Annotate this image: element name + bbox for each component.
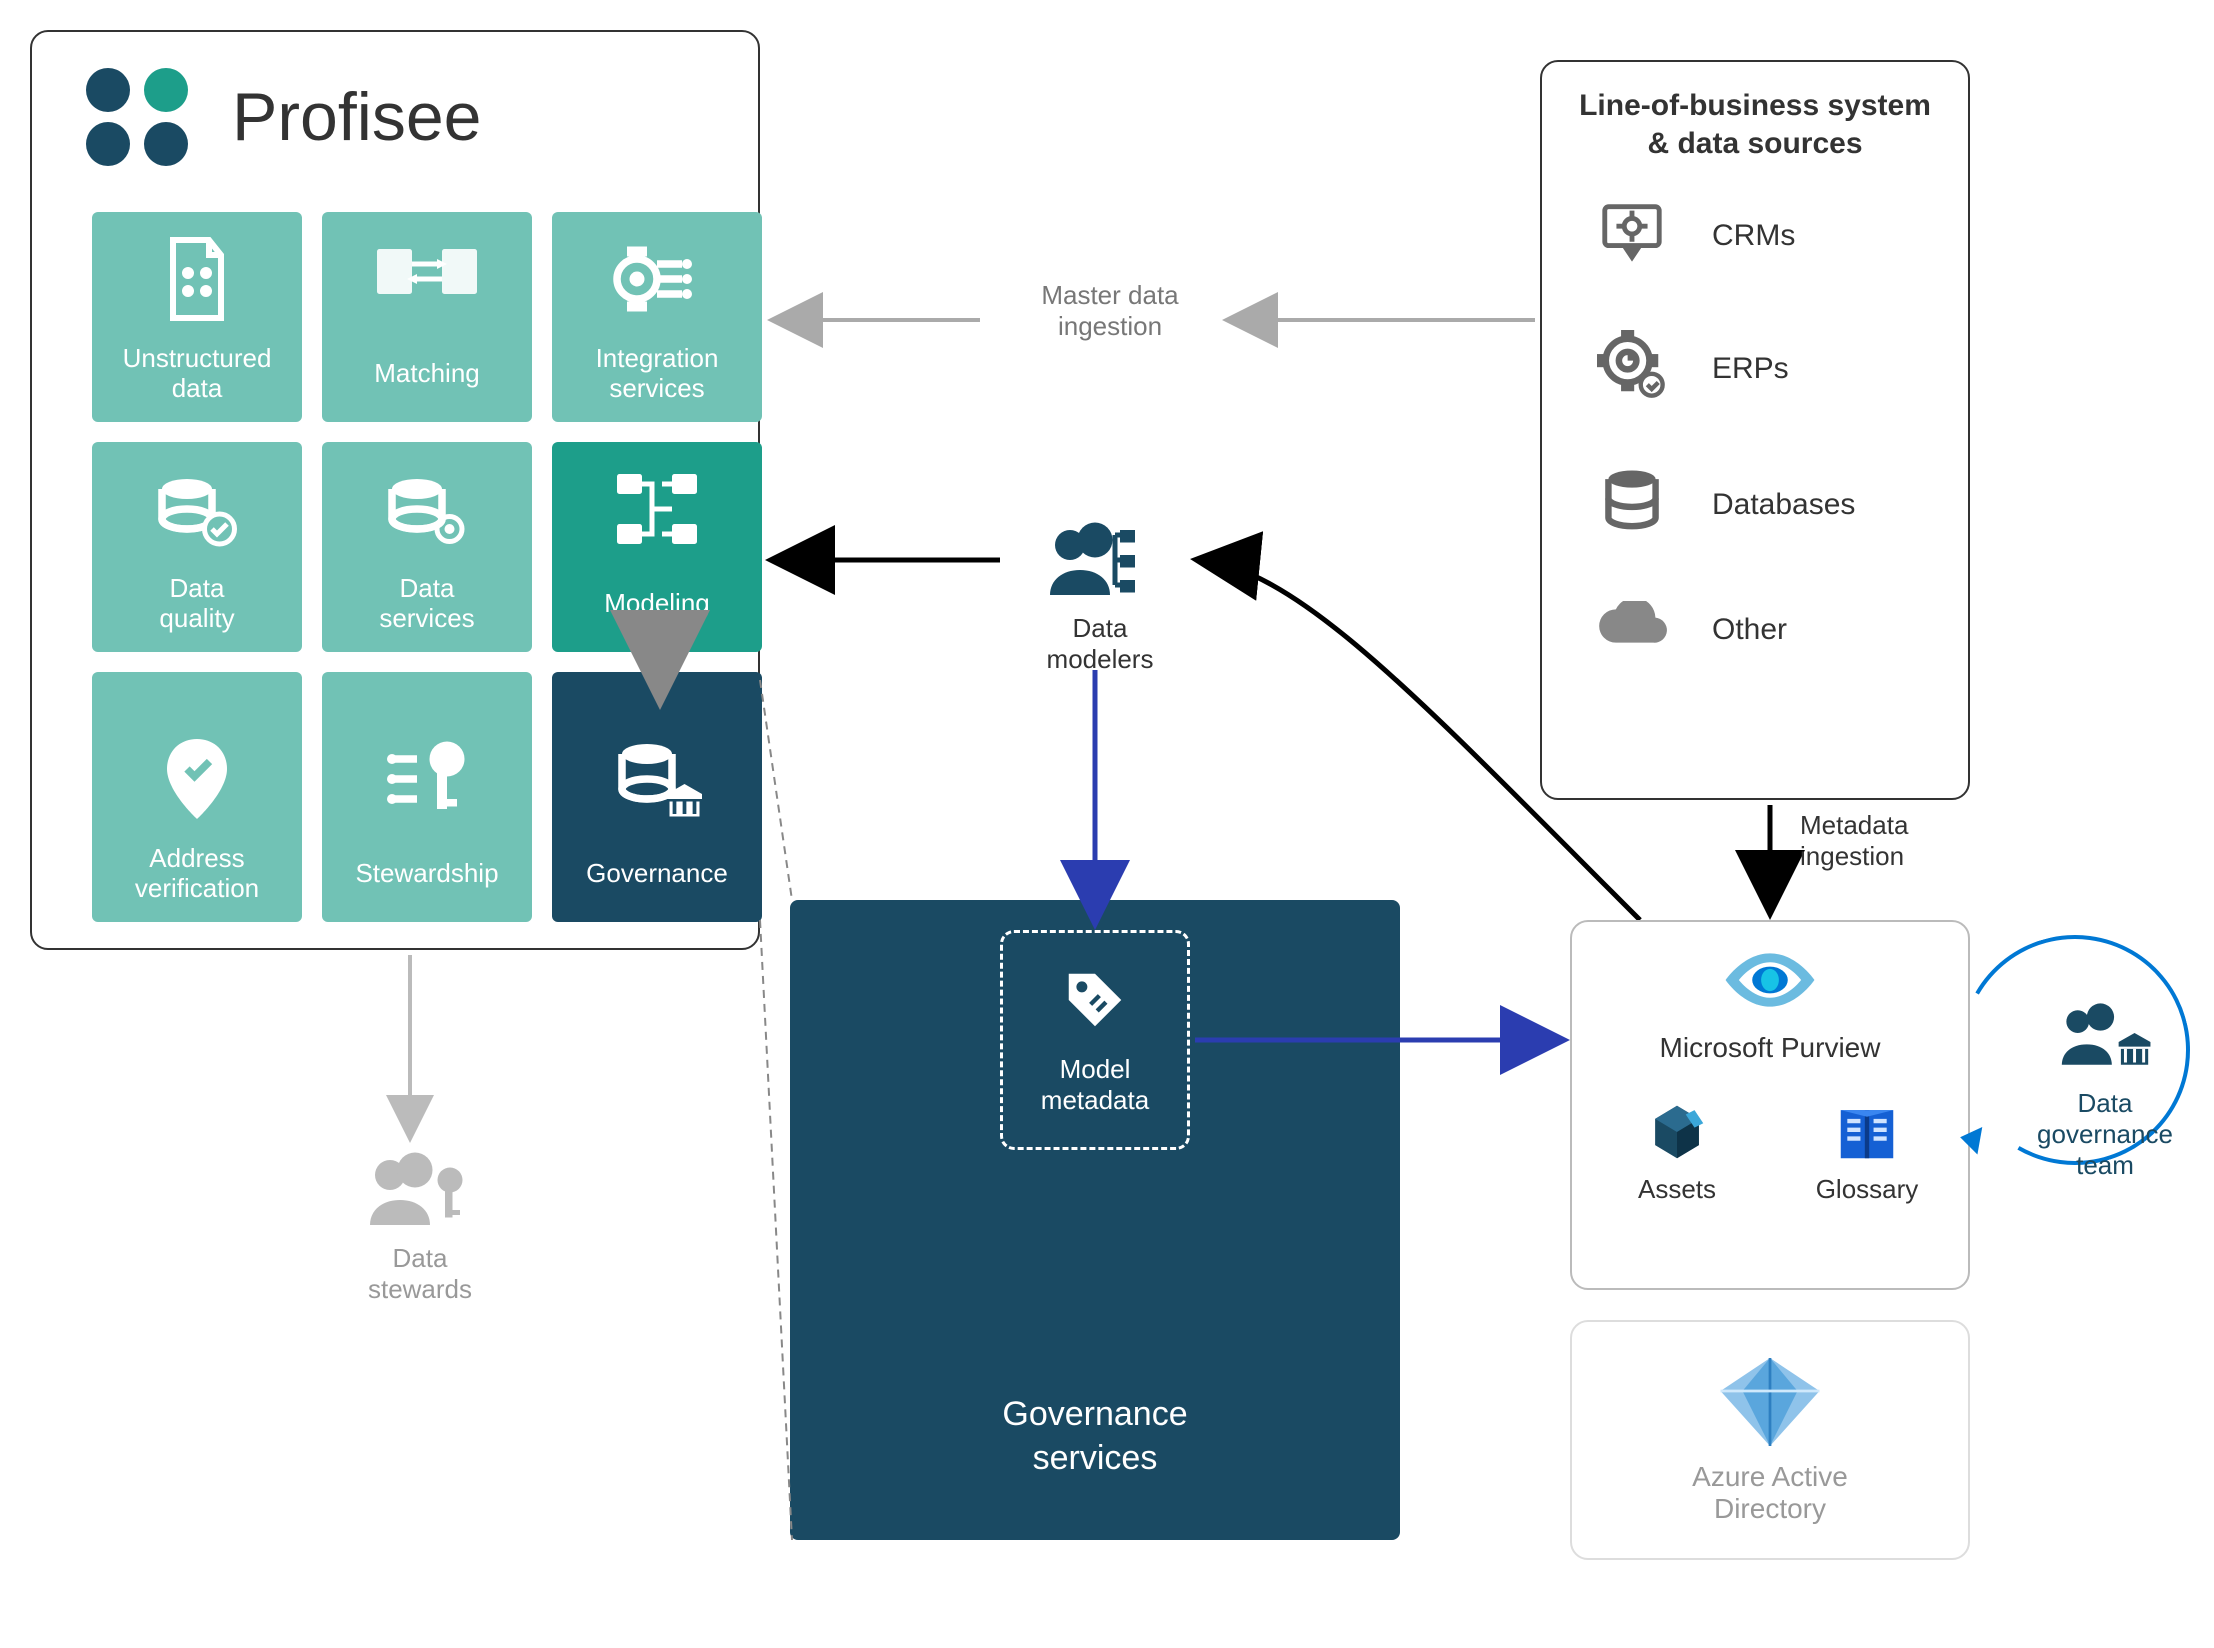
- profisee-panel: Profisee Unstructured data Matching: [30, 30, 760, 950]
- tag-icon: [1060, 965, 1130, 1042]
- lob-label: CRMs: [1712, 219, 1795, 253]
- tile-modeling: Modeling: [552, 442, 762, 652]
- tile-label: Data services: [379, 574, 474, 634]
- actor-governance-team: Data governance team: [2020, 1000, 2190, 1182]
- tile-label: Unstructured data: [123, 344, 272, 404]
- tile-governance: Governance: [552, 672, 762, 922]
- lob-label: Other: [1712, 613, 1787, 647]
- database-gear-icon: [382, 444, 472, 574]
- lob-systems-panel: Line-of-business system & data sources C…: [1540, 60, 1970, 800]
- lob-label: Databases: [1712, 488, 1855, 522]
- governance-services-title: Governance services: [790, 1392, 1400, 1480]
- file-dots-icon: [161, 214, 233, 344]
- tile-label: Governance: [586, 844, 728, 904]
- label-master-data-ingestion: Master data ingestion: [1000, 280, 1220, 342]
- tile-address-verification: Address verification: [92, 672, 302, 922]
- tile-label: Address verification: [135, 844, 259, 904]
- schema-icon: [612, 444, 702, 574]
- people-key-icon: [365, 1217, 475, 1234]
- glossary-book-icon: [1832, 1143, 1902, 1173]
- actor-label: Data governance team: [2020, 1088, 2190, 1182]
- purview-glossary-label: Glossary: [1787, 1174, 1947, 1205]
- tile-label: Data quality: [159, 574, 234, 634]
- database-check-icon: [152, 444, 242, 574]
- governance-services-panel: Model metadata Governance services: [790, 900, 1400, 1540]
- tile-label: Stewardship: [355, 844, 498, 904]
- aad-title: Azure Active Directory: [1572, 1461, 1968, 1525]
- assets-cube-icon: [1642, 1143, 1712, 1173]
- model-metadata-box: Model metadata: [1000, 930, 1190, 1150]
- aad-diamond-icon: [1715, 1439, 1825, 1456]
- label-metadata-ingestion: Metadata ingestion: [1800, 810, 1980, 872]
- lob-row-databases: Databases: [1542, 438, 1968, 571]
- profisee-title-text: Profisee: [232, 78, 481, 156]
- lob-label: ERPs: [1712, 352, 1789, 386]
- gear-flow-icon: [612, 214, 702, 344]
- location-check-icon: [162, 714, 232, 844]
- purview-assets-label: Assets: [1597, 1174, 1757, 1205]
- database-bank-icon: [612, 714, 702, 844]
- tile-data-services: Data services: [322, 442, 532, 652]
- lob-row-crms: CRMs: [1542, 172, 1968, 300]
- tile-label: Modeling: [604, 574, 710, 634]
- tile-integration-services: Integration services: [552, 212, 762, 422]
- purview-panel: Microsoft Purview Assets Glossary: [1570, 920, 1970, 1290]
- actor-label: Data stewards: [330, 1243, 510, 1305]
- actor-label: Data modelers: [1010, 613, 1190, 675]
- tile-label: Integration services: [596, 344, 719, 404]
- crm-icon: [1592, 202, 1672, 270]
- purview-glossary: Glossary: [1787, 1097, 1947, 1205]
- purview-assets: Assets: [1597, 1097, 1757, 1205]
- lob-row-erps: ERPs: [1542, 300, 1968, 438]
- actor-data-modelers: Data modelers: [1010, 520, 1190, 675]
- aad-panel: Azure Active Directory: [1570, 1320, 1970, 1560]
- tile-label: Matching: [374, 344, 480, 404]
- model-metadata-label: Model metadata: [1041, 1054, 1149, 1116]
- tile-unstructured-data: Unstructured data: [92, 212, 302, 422]
- key-flow-icon: [382, 714, 472, 844]
- people-bank-icon: [2055, 1062, 2155, 1079]
- database-icon: [1592, 468, 1672, 541]
- matching-icon: [377, 214, 477, 344]
- cloud-icon: [1592, 601, 1672, 659]
- profisee-header: Profisee: [82, 62, 481, 172]
- tile-matching: Matching: [322, 212, 532, 422]
- erp-gear-icon: [1592, 330, 1672, 408]
- tile-stewardship: Stewardship: [322, 672, 532, 922]
- tile-data-quality: Data quality: [92, 442, 302, 652]
- lob-row-other: Other: [1542, 571, 1968, 689]
- profisee-logo-icon: [82, 62, 202, 172]
- purview-eye-icon: [1715, 940, 1825, 1025]
- lob-title: Line-of-business system & data sources: [1542, 62, 1968, 172]
- people-schema-icon: [1045, 587, 1155, 604]
- actor-data-stewards: Data stewards: [330, 1150, 510, 1305]
